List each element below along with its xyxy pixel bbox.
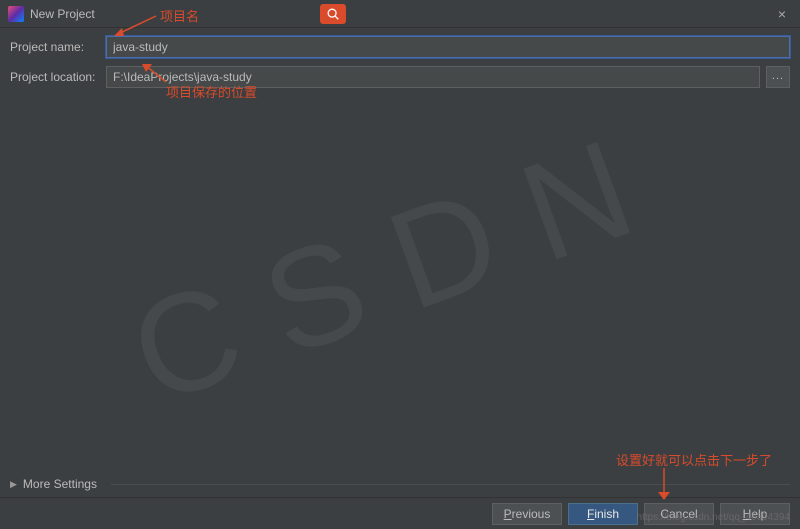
titlebar: New Project × bbox=[0, 0, 800, 28]
more-settings-label: More Settings bbox=[23, 477, 97, 491]
project-name-input[interactable] bbox=[106, 36, 790, 58]
project-location-label: Project location: bbox=[10, 70, 100, 84]
previous-label-rest: revious bbox=[512, 507, 551, 521]
watermark-url: https://blog.csdn.net/qq_46394394 bbox=[637, 512, 790, 523]
project-name-label: Project name: bbox=[10, 40, 100, 54]
project-name-row: Project name: bbox=[10, 36, 790, 58]
project-location-row: Project location: ... bbox=[10, 66, 790, 88]
separator bbox=[111, 484, 790, 485]
annotation-finish-hint: 设置好就可以点击下一步了 bbox=[616, 450, 772, 469]
browse-button[interactable]: ... bbox=[766, 66, 790, 88]
annotation-search-icon bbox=[320, 4, 346, 24]
project-location-input[interactable] bbox=[106, 66, 760, 88]
close-icon[interactable]: × bbox=[772, 6, 792, 22]
window-title: New Project bbox=[30, 7, 95, 21]
magnifier-icon bbox=[326, 7, 340, 21]
finish-label-rest: inish bbox=[594, 507, 619, 521]
more-settings-toggle[interactable]: ▶ More Settings bbox=[10, 477, 790, 491]
chevron-right-icon: ▶ bbox=[10, 479, 17, 490]
app-icon bbox=[8, 6, 24, 22]
finish-button[interactable]: Finish bbox=[568, 503, 638, 525]
previous-button[interactable]: Previous bbox=[492, 503, 562, 525]
content-area: Project name: Project location: ... bbox=[0, 28, 800, 104]
